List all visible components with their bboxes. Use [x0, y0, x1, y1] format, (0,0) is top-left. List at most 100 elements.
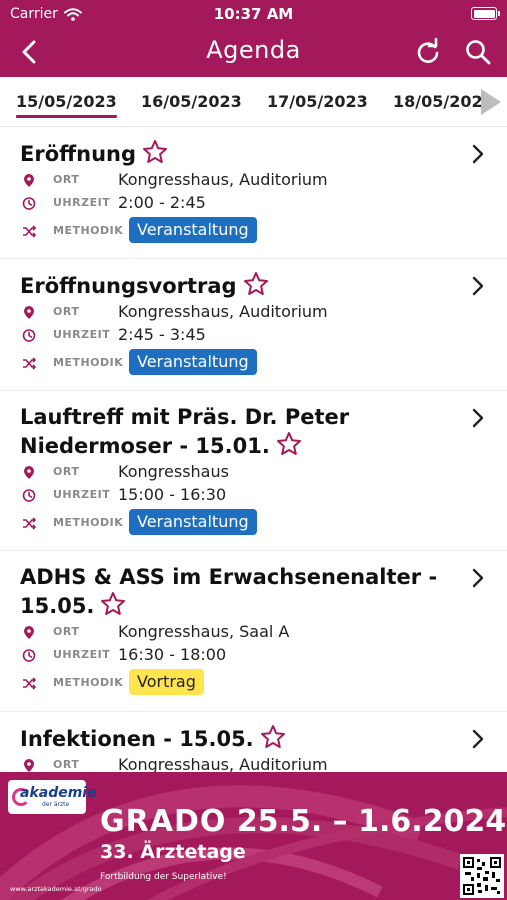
event-title: ADHS & ASS im Erwachsenenalter - 15.05.: [20, 563, 450, 620]
status-time: 10:37 AM: [213, 5, 294, 23]
location-pin-icon: [24, 466, 34, 479]
location-row: ORT Kongresshaus, Auditorium: [20, 301, 507, 323]
star-outline-icon[interactable]: [100, 591, 126, 617]
promo-banner[interactable]: akademie der ärzte GRADO 25.5. – 1.6.202…: [0, 772, 507, 900]
location-row: ORT Kongresshaus, Auditorium: [20, 754, 507, 772]
method-badge: Vortrag: [129, 669, 204, 695]
event-title: Infektionen - 15.05.: [20, 724, 450, 753]
banner-tagline: Fortbildung der Superlative!: [100, 872, 227, 882]
banner-subtitle: 33. Ärztetage: [100, 841, 246, 863]
event-title: Eröffnung: [20, 139, 450, 168]
time-row: UHRZEIT 2:00 - 2:45: [20, 192, 507, 214]
chevron-right-icon[interactable]: [469, 728, 487, 750]
event-title-line2: Niedermoser - 15.01.: [20, 434, 270, 458]
clock-icon: [22, 489, 36, 502]
method-label: METHODIK: [53, 356, 124, 369]
event-title-line1: ADHS & ASS im Erwachsenenalter -: [20, 565, 438, 589]
logo-subtext: der ärzte: [42, 801, 70, 808]
event-title-line2: 15.05.: [20, 594, 95, 618]
event-title-text: Eröffnung: [20, 142, 137, 166]
event-title: Lauftreff mit Präs. Dr. Peter Niedermoser…: [20, 403, 450, 460]
location-label: ORT: [53, 758, 80, 771]
time-value: 16:30 - 18:00: [118, 645, 227, 664]
location-pin-icon: [24, 759, 34, 772]
event-title-line1: Lauftreff mit Präs. Dr. Peter: [20, 405, 350, 429]
banner-location: GRADO: [100, 804, 227, 839]
nav-bar: Agenda: [0, 28, 507, 77]
agenda-item[interactable]: Eröffnung ORT Kongresshaus, Auditorium U…: [0, 127, 507, 259]
qr-code-icon: [460, 854, 504, 898]
scroll-right-icon[interactable]: [477, 87, 503, 117]
star-outline-icon[interactable]: [243, 271, 269, 297]
time-value: 2:45 - 3:45: [118, 325, 206, 344]
location-label: ORT: [53, 465, 80, 478]
method-label: METHODIK: [53, 224, 124, 237]
tab-date-2[interactable]: 16/05/2023: [141, 92, 242, 111]
tab-date-1[interactable]: 15/05/2023: [16, 92, 117, 118]
method-row: METHODIK Veranstaltung: [20, 217, 507, 245]
location-pin-icon: [24, 626, 34, 639]
time-label: UHRZEIT: [53, 196, 111, 209]
banner-url: www.arztakademie.at/grado: [10, 885, 102, 893]
location-row: ORT Kongresshaus, Saal A: [20, 621, 507, 643]
method-label: METHODIK: [53, 676, 124, 689]
refresh-icon[interactable]: [413, 37, 443, 67]
star-outline-icon[interactable]: [142, 139, 168, 165]
event-title-text: Eröffnungsvortrag: [20, 274, 237, 298]
akademie-logo: akademie der ärzte: [8, 780, 97, 814]
time-value: 2:00 - 2:45: [118, 193, 206, 212]
chevron-right-icon[interactable]: [469, 567, 487, 589]
agenda-item[interactable]: Eröffnungsvortrag ORT Kongresshaus, Audi…: [0, 259, 507, 391]
agenda-item[interactable]: Lauftreff mit Präs. Dr. Peter Niedermoser…: [0, 391, 507, 551]
clock-icon: [22, 329, 36, 342]
tab-date-3[interactable]: 17/05/2023: [267, 92, 368, 111]
chevron-right-icon[interactable]: [469, 407, 487, 429]
clock-icon: [22, 197, 36, 210]
event-title-text: Infektionen - 15.05.: [20, 727, 254, 751]
agenda-item[interactable]: Infektionen - 15.05. ORT Kongresshaus, A…: [0, 712, 507, 772]
date-tabs: 15/05/2023 16/05/2023 17/05/2023 18/05/2…: [0, 77, 507, 127]
location-pin-icon: [24, 306, 34, 319]
chevron-right-icon[interactable]: [469, 143, 487, 165]
location-value: Kongresshaus: [118, 462, 229, 481]
clock-icon: [22, 649, 36, 662]
shuffle-icon: [23, 517, 36, 530]
event-title: Eröffnungsvortrag: [20, 271, 450, 300]
banner-headline: GRADO 25.5. – 1.6.2024: [100, 804, 506, 839]
star-outline-icon[interactable]: [276, 431, 302, 457]
method-row: METHODIK Veranstaltung: [20, 509, 507, 537]
location-value: Kongresshaus, Auditorium: [118, 170, 328, 189]
time-label: UHRZEIT: [53, 488, 111, 501]
battery-icon: [471, 7, 500, 20]
method-row: METHODIK Vortrag: [20, 669, 507, 697]
location-row: ORT Kongresshaus, Auditorium: [20, 169, 507, 191]
method-badge: Veranstaltung: [129, 217, 257, 243]
time-label: UHRZEIT: [53, 648, 111, 661]
method-badge: Veranstaltung: [129, 349, 257, 375]
location-label: ORT: [53, 625, 80, 638]
time-label: UHRZEIT: [53, 328, 111, 341]
search-icon[interactable]: [463, 37, 493, 67]
location-value: Kongresshaus, Auditorium: [118, 302, 328, 321]
location-label: ORT: [53, 305, 80, 318]
location-label: ORT: [53, 173, 80, 186]
time-row: UHRZEIT 15:00 - 16:30: [20, 484, 507, 506]
shuffle-icon: [23, 357, 36, 370]
time-row: UHRZEIT 16:30 - 18:00: [20, 644, 507, 666]
logo-text: akademie: [20, 785, 97, 801]
shuffle-icon: [23, 225, 36, 238]
method-badge: Veranstaltung: [129, 509, 257, 535]
time-value: 15:00 - 16:30: [118, 485, 227, 504]
location-pin-icon: [24, 174, 34, 187]
method-label: METHODIK: [53, 516, 124, 529]
status-bar: Carrier 10:37 AM: [0, 0, 507, 28]
banner-dates: 25.5. – 1.6.2024: [236, 804, 507, 839]
agenda-list: Eröffnung ORT Kongresshaus, Auditorium U…: [0, 127, 507, 772]
shuffle-icon: [23, 677, 36, 690]
method-row: METHODIK Veranstaltung: [20, 349, 507, 377]
chevron-right-icon[interactable]: [469, 275, 487, 297]
agenda-item[interactable]: ADHS & ASS im Erwachsenenalter - 15.05. O…: [0, 551, 507, 712]
star-outline-icon[interactable]: [260, 724, 286, 750]
location-row: ORT Kongresshaus: [20, 461, 507, 483]
location-value: Kongresshaus, Saal A: [118, 622, 290, 641]
